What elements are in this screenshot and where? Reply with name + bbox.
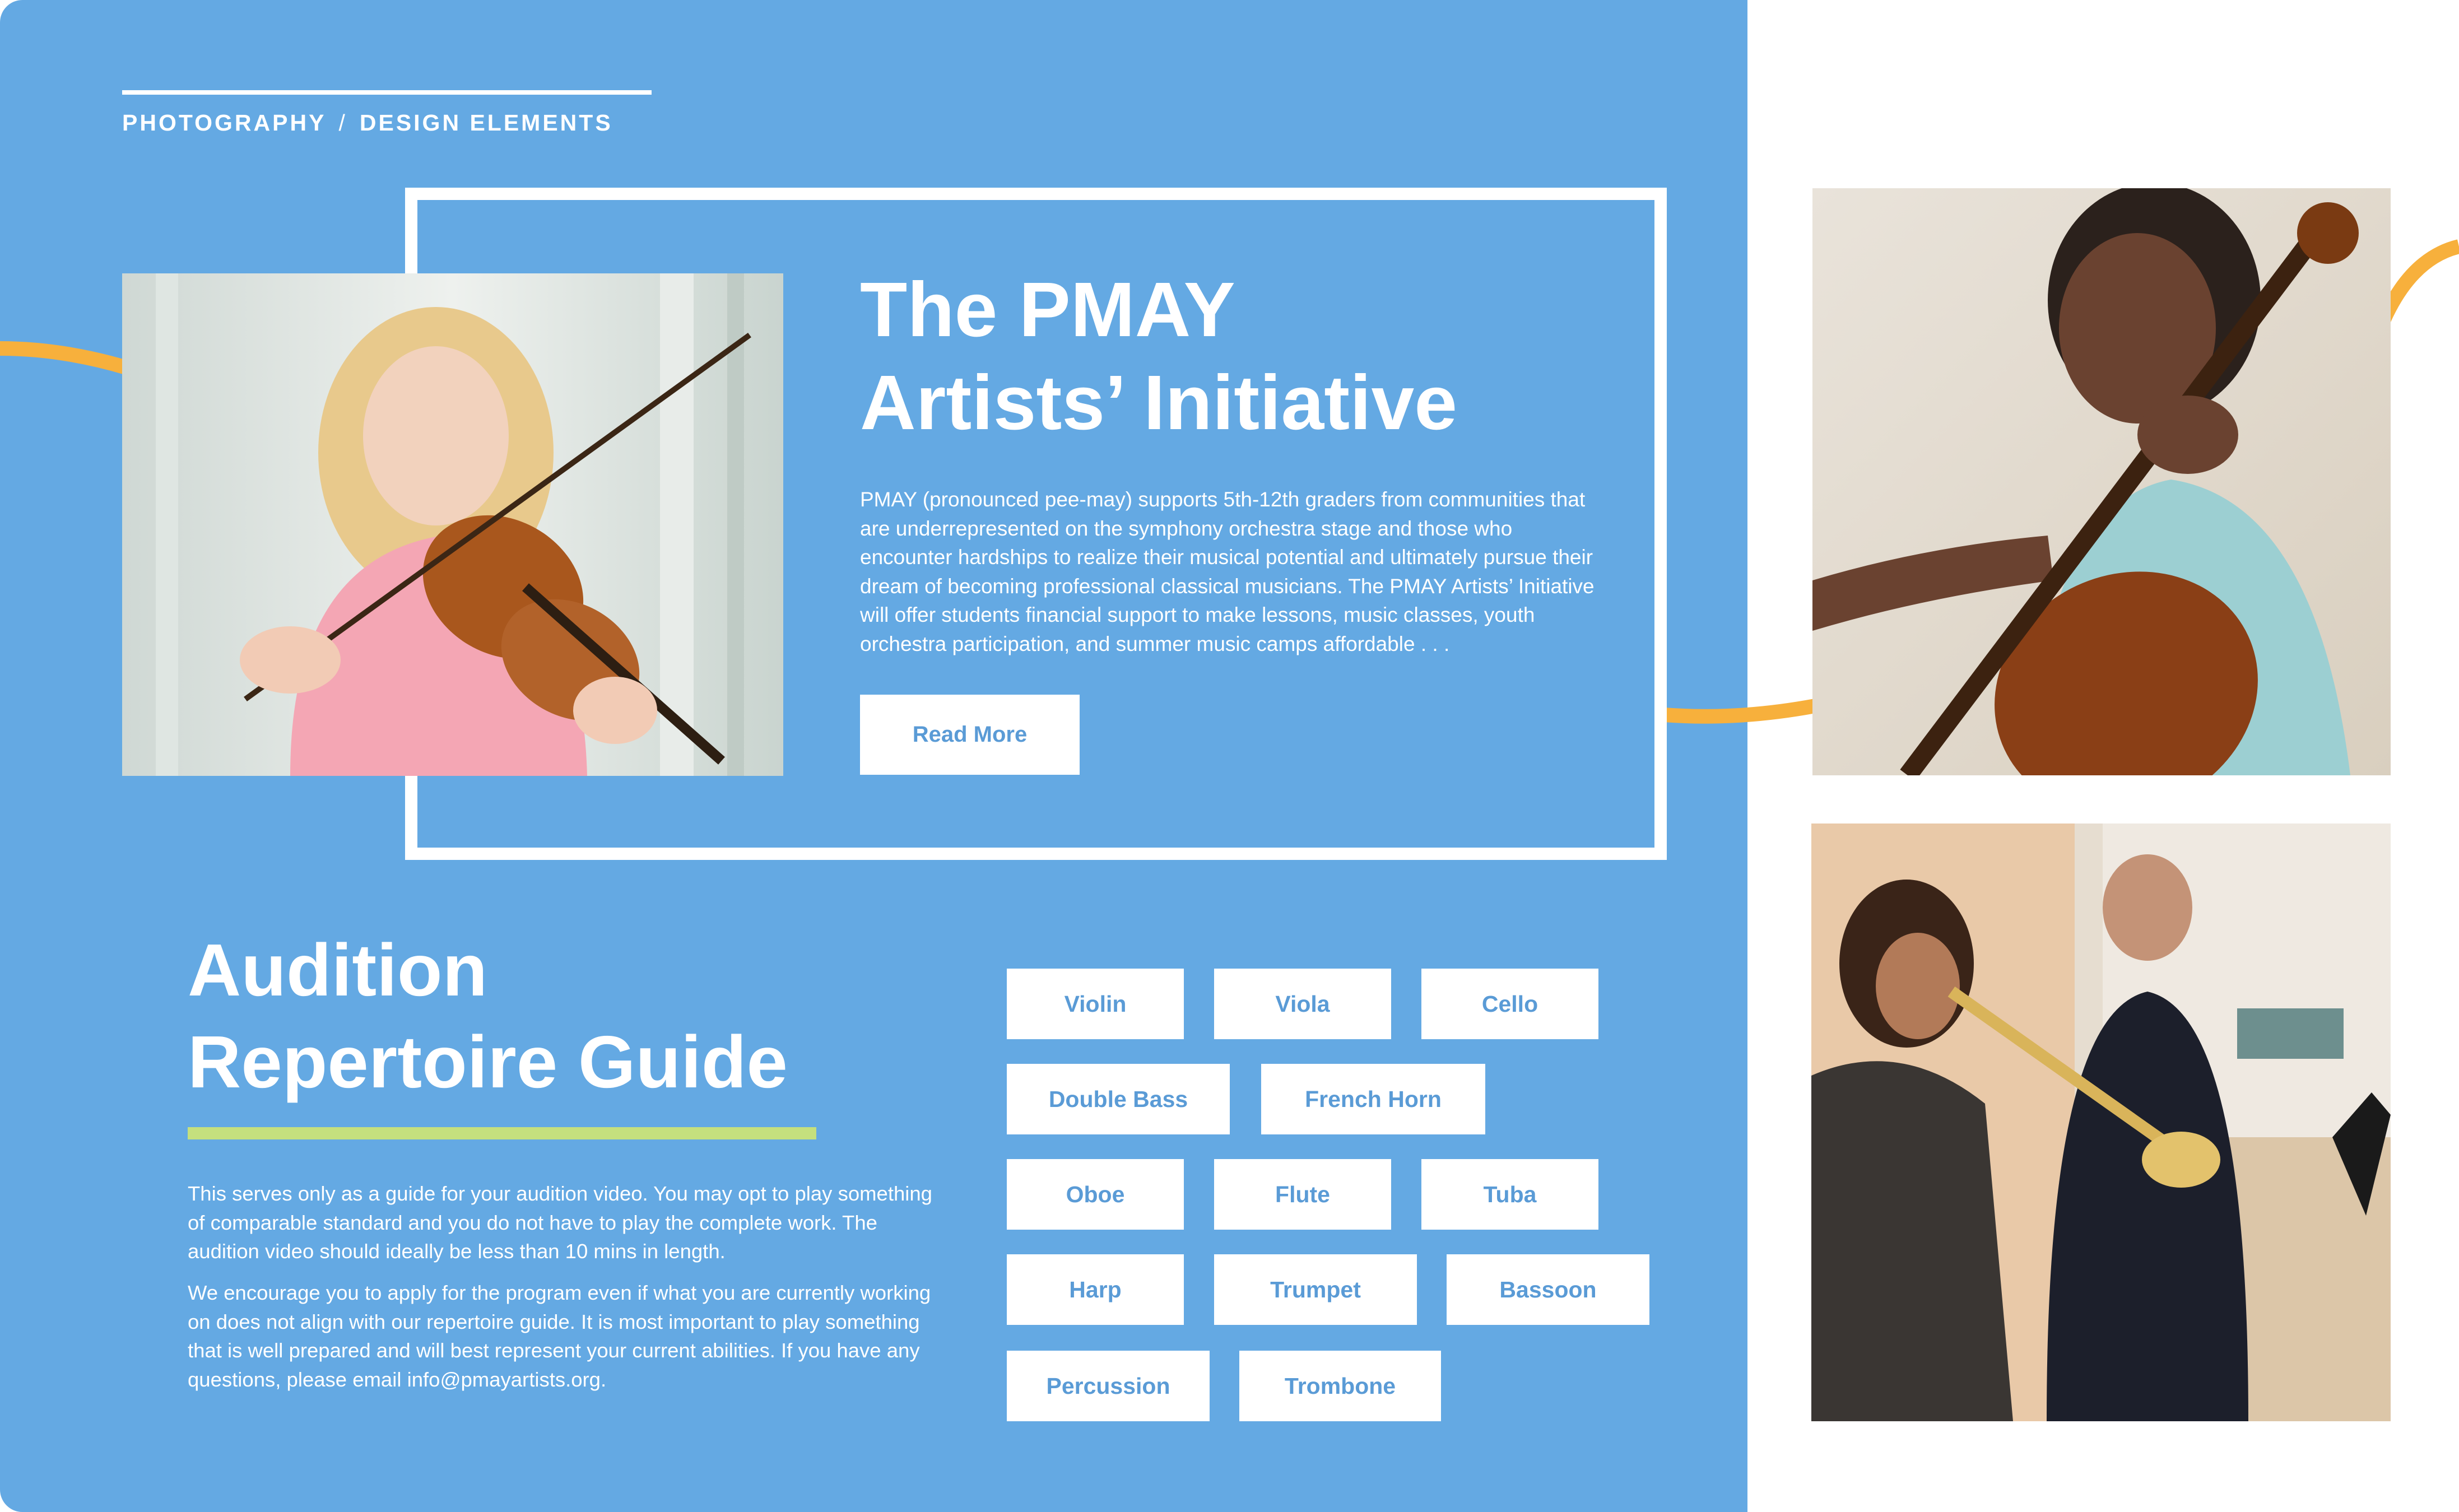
chip-cello[interactable]: Cello — [1421, 969, 1598, 1039]
guide-paragraph-1: This serves only as a guide for your aud… — [188, 1182, 932, 1263]
read-more-button[interactable]: Read More — [860, 695, 1080, 775]
breadcrumb-separator: / — [338, 110, 347, 136]
chip-violin[interactable]: Violin — [1007, 969, 1184, 1039]
audition-title: Audition Repertoire Guide — [188, 924, 788, 1108]
hero-body-text: PMAY (pronounced pee-may) supports 5th-1… — [860, 488, 1595, 655]
girl-playing-violin-photo — [122, 273, 783, 776]
chip-flute[interactable]: Flute — [1214, 1159, 1391, 1230]
chip-trombone[interactable]: Trombone — [1239, 1351, 1441, 1421]
orange-curve-left — [0, 341, 128, 375]
chip-trumpet[interactable]: Trumpet — [1214, 1254, 1417, 1325]
breadcrumb: PHOTOGRAPHY / DESIGN ELEMENTS — [122, 110, 613, 136]
hero-title: The PMAY Artists’ Initiative — [860, 263, 1457, 449]
orange-curve-middle — [1664, 699, 1817, 724]
chip-percussion[interactable]: Percussion — [1007, 1351, 1210, 1421]
green-underline — [188, 1127, 816, 1139]
hero-title-line2: Artists’ Initiative — [860, 360, 1457, 446]
hero-title-line1: The PMAY — [860, 267, 1235, 353]
chip-oboe[interactable]: Oboe — [1007, 1159, 1184, 1230]
breadcrumb-section: PHOTOGRAPHY — [122, 110, 327, 136]
trumpet-lesson-photo — [1811, 824, 2391, 1421]
chip-double-bass[interactable]: Double Bass — [1007, 1064, 1230, 1134]
breadcrumb-page: DESIGN ELEMENTS — [359, 110, 613, 136]
slide-canvas: PHOTOGRAPHY / DESIGN ELEMENTS The PMAY A… — [0, 0, 2459, 1512]
chip-viola[interactable]: Viola — [1214, 969, 1391, 1039]
audition-title-line1: Audition — [188, 929, 488, 1011]
chip-french-horn[interactable]: French Horn — [1261, 1064, 1485, 1134]
chip-harp[interactable]: Harp — [1007, 1254, 1184, 1325]
chip-tuba[interactable]: Tuba — [1421, 1159, 1598, 1230]
chip-bassoon[interactable]: Bassoon — [1447, 1254, 1649, 1325]
audition-title-line2: Repertoire Guide — [188, 1021, 788, 1103]
breadcrumb-rule — [122, 90, 652, 95]
girl-playing-cello-photo — [1812, 188, 2391, 775]
guide-paragraph-2: We encourage you to apply for the progra… — [188, 1281, 931, 1391]
